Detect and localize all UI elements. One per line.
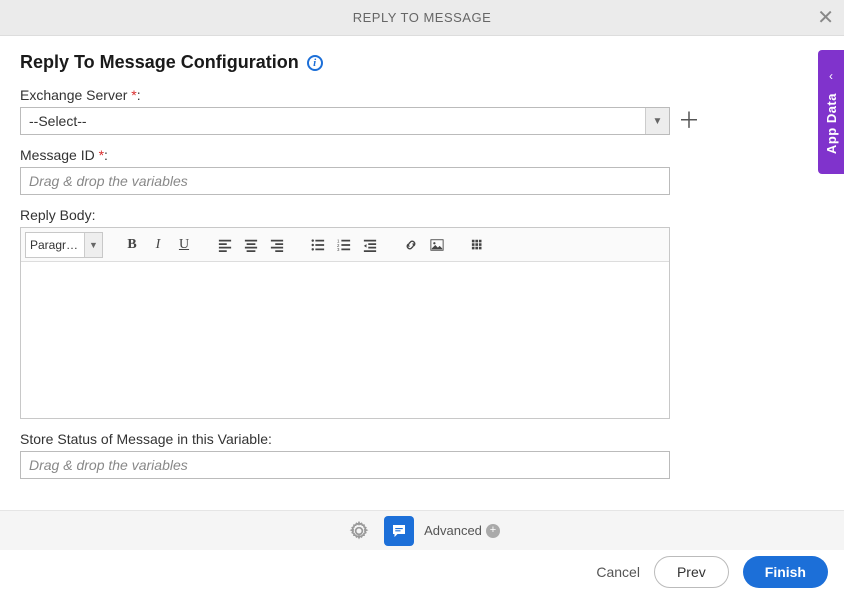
editor-toolbar: Paragra… ▼ B I U <box>21 228 669 262</box>
prev-button[interactable]: Prev <box>654 556 729 588</box>
outdent-button[interactable] <box>358 233 382 257</box>
dialog-footer: Cancel Prev Finish <box>0 550 844 594</box>
numbered-list-button[interactable]: 123 <box>332 233 356 257</box>
table-button[interactable] <box>466 233 490 257</box>
align-left-button[interactable] <box>213 233 237 257</box>
editor-content[interactable] <box>21 262 669 418</box>
toolbar-separator <box>111 234 112 256</box>
settings-icon[interactable] <box>344 516 374 546</box>
chevron-down-icon: ▼ <box>84 233 102 257</box>
required-star: * <box>99 147 104 163</box>
chevron-left-icon: ‹ <box>829 69 833 83</box>
store-status-label: Store Status of Message in this Variable… <box>20 431 824 447</box>
exchange-select[interactable]: --Select-- ▼ <box>20 107 670 135</box>
bullet-list-button[interactable] <box>306 233 330 257</box>
page-title: Reply To Message Configuration <box>20 52 299 73</box>
image-button[interactable] <box>425 233 449 257</box>
content-area: Reply To Message Configuration i Exchang… <box>0 36 844 479</box>
plus-circle-icon: + <box>486 524 500 538</box>
italic-button[interactable]: I <box>146 233 170 257</box>
message-id-input[interactable] <box>20 167 670 195</box>
toolbar-separator <box>457 234 458 256</box>
align-right-button[interactable] <box>265 233 289 257</box>
reply-body-label: Reply Body: <box>20 207 824 223</box>
underline-button[interactable]: U <box>172 233 196 257</box>
required-star: * <box>131 87 136 103</box>
toolbar-separator <box>297 234 298 256</box>
toolbar-separator <box>390 234 391 256</box>
bold-button[interactable]: B <box>120 233 144 257</box>
exchange-label: Exchange Server *: <box>20 87 824 103</box>
finish-button[interactable]: Finish <box>743 556 828 588</box>
field-reply-body: Reply Body: Paragra… ▼ B I U <box>20 207 824 419</box>
bottom-toolbar: Advanced + <box>0 510 844 550</box>
store-status-input[interactable] <box>20 451 670 479</box>
align-center-button[interactable] <box>239 233 263 257</box>
field-store-status: Store Status of Message in this Variable… <box>20 431 824 479</box>
cancel-button[interactable]: Cancel <box>596 564 640 580</box>
comment-icon[interactable] <box>384 516 414 546</box>
app-data-panel-toggle[interactable]: ‹ App Data <box>818 50 844 174</box>
link-button[interactable] <box>399 233 423 257</box>
message-id-label: Message ID *: <box>20 147 824 163</box>
toolbar-separator <box>204 234 205 256</box>
dialog-title: REPLY TO MESSAGE <box>0 10 844 25</box>
chevron-down-icon: ▼ <box>645 108 669 134</box>
page-title-row: Reply To Message Configuration i <box>20 52 824 73</box>
advanced-button[interactable]: Advanced + <box>424 523 500 538</box>
exchange-select-value: --Select-- <box>21 113 645 129</box>
svg-text:3: 3 <box>337 247 340 252</box>
app-data-label: App Data <box>824 93 839 154</box>
close-icon[interactable]: ✕ <box>817 8 834 28</box>
format-select[interactable]: Paragra… ▼ <box>25 232 103 258</box>
field-exchange: Exchange Server *: --Select-- ▼ ＋ <box>20 87 824 135</box>
field-message-id: Message ID *: <box>20 147 824 195</box>
add-exchange-button[interactable]: ＋ <box>678 110 700 132</box>
dialog-header: REPLY TO MESSAGE ✕ <box>0 0 844 36</box>
info-icon[interactable]: i <box>307 55 323 71</box>
rich-text-editor: Paragra… ▼ B I U <box>20 227 670 419</box>
